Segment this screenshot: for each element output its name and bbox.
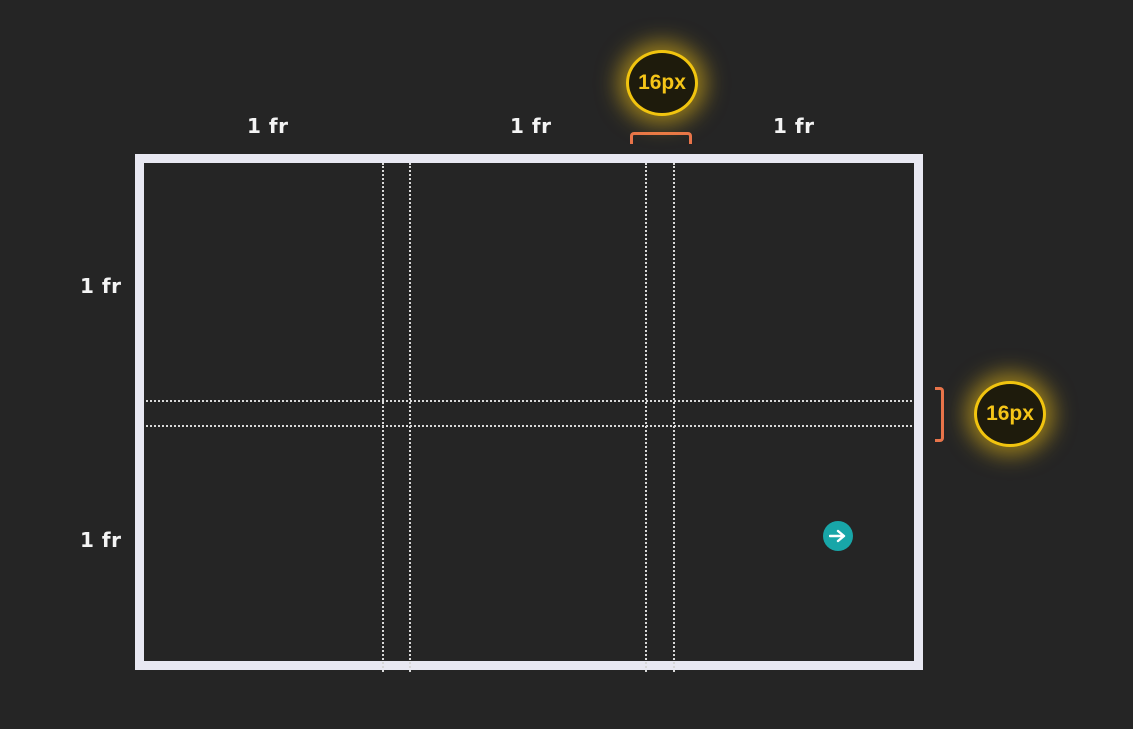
column-gap-bracket	[630, 132, 692, 144]
grid-container	[135, 154, 923, 670]
column-label-3: 1 fr	[773, 114, 815, 138]
column-gap-1-right-line	[409, 163, 411, 672]
column-gap-2-right-line	[673, 163, 675, 672]
column-label-2: 1 fr	[510, 114, 552, 138]
row-gap-bottom-line	[146, 425, 912, 427]
row-gap-badge: 16px	[974, 381, 1046, 447]
row-gap-top-line	[146, 400, 912, 402]
column-gap-badge: 16px	[626, 50, 698, 116]
column-gap-1-left-line	[382, 163, 384, 672]
arrow-right-icon	[823, 521, 853, 551]
column-gap-2-left-line	[645, 163, 647, 672]
row-label-1: 1 fr	[80, 274, 122, 298]
row-label-2: 1 fr	[80, 528, 122, 552]
row-gap-bracket	[935, 387, 944, 442]
arrow-right-icon-glyph	[829, 529, 846, 543]
grid-diagram: 1 fr 1 fr 1 fr 1 fr 1 fr 16px 16px	[0, 0, 1133, 729]
column-label-1: 1 fr	[247, 114, 289, 138]
